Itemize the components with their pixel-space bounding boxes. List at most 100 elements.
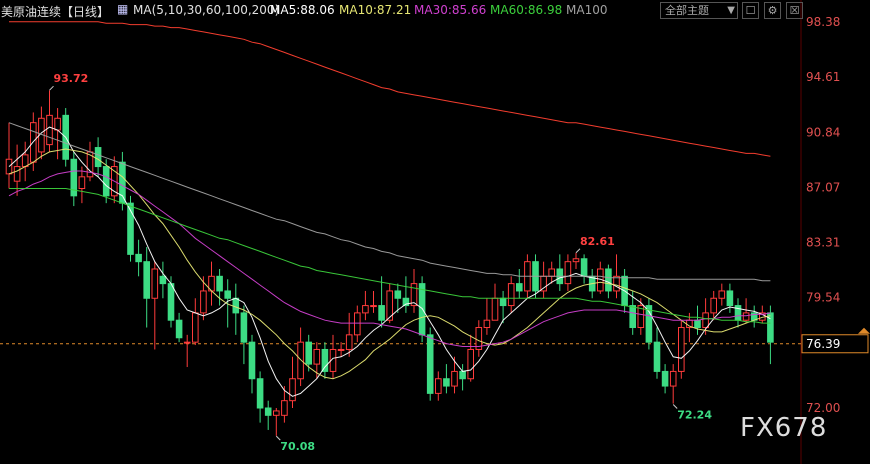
- y-tick-label: 76.39: [806, 337, 840, 351]
- candle-body: [256, 378, 264, 409]
- watermark-logo: FX678: [740, 413, 828, 443]
- settings-button[interactable]: ⚙: [764, 2, 781, 19]
- candle-body: [46, 114, 53, 146]
- candle-body: [653, 341, 661, 372]
- candle-body: [200, 290, 207, 314]
- candle-body: [451, 370, 458, 387]
- close-button[interactable]: ☒: [786, 2, 803, 19]
- candle-body: [273, 410, 280, 416]
- candle-body: [718, 290, 726, 299]
- ma5-label: MA5:88.06: [270, 3, 335, 17]
- annotation-leader: [49, 85, 54, 91]
- candle-body: [54, 117, 61, 131]
- candle-body: [467, 348, 474, 380]
- candle-body: [613, 275, 620, 292]
- candle-body: [240, 312, 248, 343]
- candle-body: [694, 319, 701, 329]
- candle-body: [337, 348, 345, 351]
- candle-body: [459, 370, 466, 380]
- candle-body: [143, 261, 150, 299]
- candle-body: [443, 378, 450, 387]
- candle-body: [483, 319, 491, 329]
- candle-body: [669, 370, 677, 387]
- window-button[interactable]: ☐: [742, 2, 759, 19]
- candle-body: [183, 341, 191, 344]
- candle-body: [119, 161, 126, 204]
- candle-body: [742, 312, 750, 321]
- chart-header: 美原油连续【日线】 ▦ MA(5,10,30,60,100,200) MA5:8…: [0, 0, 870, 22]
- candle-body: [321, 348, 329, 372]
- last-price-marker-icon: [858, 327, 870, 334]
- candle-body: [305, 341, 312, 365]
- y-tick-label: 79.54: [806, 291, 840, 305]
- candle-body: [726, 290, 734, 307]
- y-tick-label: 87.07: [806, 180, 840, 194]
- candle-body: [224, 290, 231, 299]
- candle-body: [13, 166, 21, 182]
- candle-body: [370, 305, 377, 308]
- candle-body: [572, 258, 580, 263]
- candle-body: [394, 290, 402, 299]
- ma60-label: MA60:86.98: [490, 3, 563, 17]
- candle-body: [491, 297, 499, 321]
- candle-body: [362, 305, 369, 314]
- chart-type-icon[interactable]: ▦: [117, 2, 128, 16]
- y-tick-label: 94.61: [806, 70, 840, 84]
- candle-body: [564, 261, 572, 285]
- ma100-label: MA100: [566, 3, 608, 17]
- candle-body: [710, 297, 718, 314]
- y-tick-label: 90.84: [806, 125, 840, 139]
- candle-body: [605, 268, 612, 292]
- window-icon: ☐: [745, 4, 756, 17]
- candle-body: [313, 348, 321, 365]
- candle-body: [702, 312, 709, 329]
- candle-body: [629, 305, 637, 329]
- candle-body: [580, 258, 588, 277]
- candle-body: [281, 400, 288, 416]
- candle-body: [151, 268, 159, 299]
- high-price-label: 82.61: [580, 235, 615, 248]
- candle-body: [435, 378, 442, 394]
- gear-icon: ⚙: [767, 4, 778, 17]
- ma-line-ma200: [9, 21, 771, 157]
- candle-body: [678, 327, 685, 372]
- ma10-label: MA10:87.21: [339, 3, 412, 17]
- candle-body: [216, 275, 223, 292]
- candle-body: [516, 283, 523, 292]
- candle-body: [192, 312, 199, 343]
- chevron-down-icon: ▼: [727, 5, 735, 16]
- ma30-label: MA30:85.66: [414, 3, 487, 17]
- candle-body: [21, 154, 29, 168]
- candle-body: [135, 253, 142, 263]
- candle-body: [354, 312, 361, 336]
- candle-body: [248, 341, 256, 380]
- annotation-leader: [575, 248, 581, 254]
- candle-body: [507, 283, 515, 307]
- candle-body: [94, 147, 102, 168]
- candle-body: [232, 297, 240, 314]
- candle-body: [548, 268, 556, 277]
- theme-select-label: 全部主题: [665, 4, 709, 17]
- candle-body: [102, 166, 110, 197]
- candlestick-chart[interactable]: 98.3894.6190.8487.0783.3179.5476.3972.00…: [0, 0, 870, 464]
- candle-body: [175, 319, 183, 339]
- y-tick-label: 83.31: [806, 236, 840, 250]
- theme-select[interactable]: 全部主题 ▼: [660, 2, 738, 19]
- candle-body: [378, 305, 385, 321]
- candle-body: [264, 407, 272, 416]
- candle-body: [345, 334, 353, 350]
- candle-body: [426, 334, 434, 394]
- ma-params-label[interactable]: MA(5,10,30,60,100,200): [133, 3, 279, 17]
- low-price-label: 70.08: [280, 440, 315, 453]
- high-price-label: 93.72: [54, 72, 89, 85]
- candle-body: [289, 378, 296, 402]
- candle-body: [159, 275, 167, 285]
- instrument-title[interactable]: 美原油连续【日线】: [1, 3, 109, 20]
- candle-body: [540, 275, 547, 292]
- candle-body: [167, 283, 175, 321]
- candle-body: [297, 341, 304, 380]
- candle-body: [499, 297, 507, 307]
- candle-body: [661, 370, 669, 387]
- candle-body: [78, 176, 86, 190]
- low-price-label: 72.24: [677, 408, 712, 421]
